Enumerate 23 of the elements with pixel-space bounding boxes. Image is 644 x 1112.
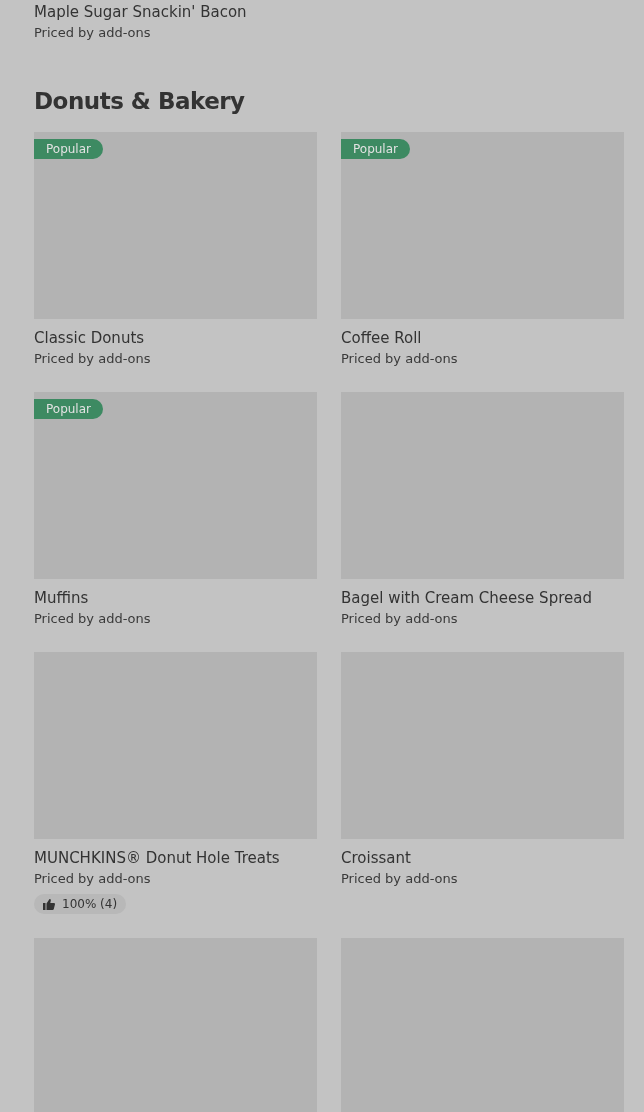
item-name: Coffee Roll <box>341 328 423 348</box>
item-price: Priced by add-ons <box>34 350 152 368</box>
item-price: Priced by add-ons <box>34 610 152 628</box>
item-name: Classic Donuts <box>34 328 146 348</box>
item-price: Priced by add-ons <box>34 870 152 888</box>
item-name: Muffins <box>34 588 90 608</box>
image-placeholder[interactable]: Popular <box>34 392 317 579</box>
item-price: Priced by add-ons <box>341 870 459 888</box>
item-name: Bagel with Cream Cheese Spread <box>341 588 593 608</box>
item-price: Priced by add-ons <box>34 24 152 42</box>
image-placeholder[interactable]: Popular <box>341 132 624 319</box>
thumbs-up-icon <box>43 898 55 910</box>
item-name: Croissant <box>341 848 412 868</box>
rating-text: 100% (4) <box>62 897 118 911</box>
section-title: Donuts & Bakery <box>34 87 246 116</box>
item-price: Priced by add-ons <box>341 610 459 628</box>
item-name: MUNCHKINS® Donut Hole Treats <box>34 848 281 868</box>
popular-badge: Popular <box>341 139 410 159</box>
image-placeholder[interactable]: Popular <box>34 132 317 319</box>
item-price: Priced by add-ons <box>341 350 459 368</box>
item-name: Maple Sugar Snackin' Bacon <box>34 2 248 22</box>
popular-badge: Popular <box>34 399 103 419</box>
popular-badge: Popular <box>34 139 103 159</box>
